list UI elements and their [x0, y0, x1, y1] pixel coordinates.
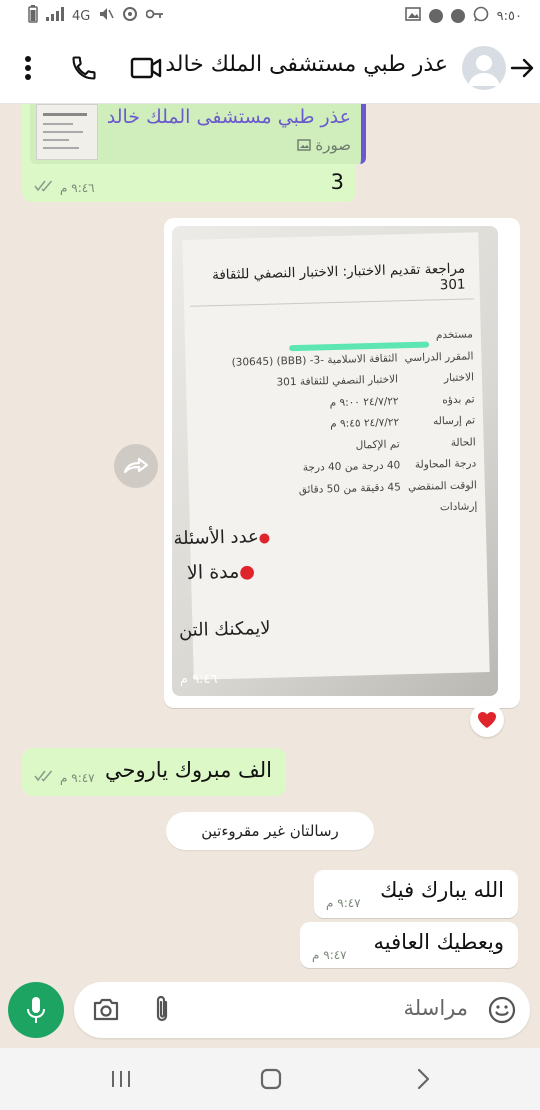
- heart-reaction-icon[interactable]: [470, 703, 504, 737]
- message-time: ٩:٤٧ م: [326, 896, 361, 910]
- message-meta: ٩:٤٧ م: [34, 770, 95, 785]
- input-placeholder: مراسلة: [403, 996, 468, 1020]
- back-nav-icon[interactable]: [408, 1064, 438, 1094]
- status-left: 4G: [28, 5, 164, 27]
- message-reply-2[interactable]: ويعطيك العافيه ٩:٤٧ م: [300, 922, 518, 968]
- doc-title: مراجعة تقديم الاختبار: الاختبار النصفي ل…: [211, 260, 466, 294]
- message-time: ٩:٤٦ م: [60, 180, 95, 195]
- quoted-message[interactable]: عذر طبي مستشفى الملك خالد صورة: [30, 104, 366, 164]
- doc-row-label: الاختبار: [443, 371, 475, 385]
- quoted-image-thumbnail: [36, 104, 98, 160]
- message-time: ٩:٤٦ م: [180, 672, 218, 687]
- whatsapp-notification-icon: [473, 6, 489, 26]
- avatar[interactable]: [462, 46, 506, 90]
- key-icon: [145, 8, 164, 24]
- mic-button[interactable]: [8, 982, 64, 1038]
- app-notification-icon: [450, 9, 465, 23]
- doc-line1-text: عدد الأسئلة=: [172, 526, 260, 550]
- more-options-icon[interactable]: [10, 50, 46, 86]
- message-reply-1[interactable]: الله يبارك فيك ٩:٤٧ م: [314, 870, 518, 918]
- doc-rows: مستخدم المقرر الدراسي الثقافة الاسلامية -3…: [203, 324, 478, 525]
- doc-row-value: [207, 498, 407, 525]
- composer: مراسلة: [0, 972, 540, 1048]
- message-congrats[interactable]: الف مبروك ياروحي ٩:٤٧ م: [22, 748, 286, 796]
- camera-icon[interactable]: [92, 996, 120, 1026]
- network-type: 4G: [72, 8, 91, 24]
- system-navigation-bar: [0, 1048, 540, 1110]
- video-call-icon[interactable]: [128, 50, 164, 86]
- mic-icon: [27, 997, 45, 1023]
- message-time: ٩:٤٧ م: [312, 948, 347, 962]
- doc-row-label: إرشادات: [439, 500, 478, 514]
- message-text: 3: [330, 170, 344, 194]
- clock: ٩:٥٠: [496, 8, 522, 24]
- chat-area[interactable]: عذر طبي مستشفى الملك خالد صورة 3 ٩:٤٦ م …: [0, 104, 540, 972]
- message-quoted-reply[interactable]: عذر طبي مستشفى الملك خالد صورة 3 ٩:٤٦ م: [22, 104, 366, 202]
- image-small-icon: [296, 137, 311, 155]
- unread-messages-banner: رسالتان غير مقروءتين: [166, 812, 374, 850]
- emoji-icon[interactable]: [488, 996, 516, 1028]
- chat-header: عذر طبي مستشفى الملك خالد: [0, 32, 540, 104]
- doc-line-duration: ●مدة الا: [186, 560, 256, 584]
- doc-row-label: تم إرساله: [432, 414, 476, 428]
- message-image[interactable]: مراجعة تقديم الاختبار: الاختبار النصفي ل…: [164, 218, 520, 708]
- doc-divider: [190, 298, 474, 307]
- shared-photo[interactable]: مراجعة تقديم الاختبار: الاختبار النصفي ل…: [172, 226, 498, 696]
- voice-call-icon[interactable]: [66, 50, 102, 86]
- forward-button[interactable]: [114, 444, 158, 488]
- status-right: ٩:٥٠: [404, 6, 522, 26]
- doc-row-label: المقرر الدراسي: [404, 349, 474, 364]
- quoted-sender: عذر طبي مستشفى الملك خالد: [106, 106, 351, 128]
- telegram-notification-icon: [428, 9, 443, 23]
- doc-row-label: الحالة: [450, 435, 476, 449]
- attach-icon[interactable]: [152, 994, 172, 1028]
- gallery-notification-icon: [404, 7, 421, 25]
- settings-status-icon: [122, 6, 138, 26]
- doc-row-label: الوقت المنقضي: [407, 478, 477, 493]
- message-text: الف مبروك ياروحي: [105, 758, 272, 782]
- home-icon[interactable]: [256, 1064, 286, 1094]
- message-time: ٩:٤٧ م: [60, 770, 95, 785]
- recent-apps-icon[interactable]: [106, 1064, 136, 1094]
- contact-name[interactable]: عذر طبي مستشفى الملك خالد: [165, 52, 448, 77]
- doc-line-cannot: لايمكنك التن: [178, 617, 271, 642]
- doc-line-questions: ●عدد الأسئلة=: [172, 526, 270, 550]
- signal-icon: [46, 7, 64, 25]
- quoted-type-label: صورة: [296, 136, 351, 155]
- read-receipt-icon: [34, 770, 54, 785]
- message-meta: ٩:٤٦ م: [34, 180, 95, 195]
- status-bar: 4G ٩:٥٠: [0, 0, 540, 32]
- back-arrow-icon[interactable]: [504, 50, 540, 86]
- forward-icon: [123, 457, 149, 474]
- doc-row-label: تم بدؤه: [442, 392, 475, 406]
- photo-document: مراجعة تقديم الاختبار: الاختبار النصفي ل…: [172, 232, 490, 680]
- message-text: الله يبارك فيك: [380, 878, 504, 902]
- message-text: ويعطيك العافيه: [373, 930, 504, 954]
- doc-line2-text: مدة الا: [186, 560, 240, 584]
- read-receipt-icon: [34, 180, 54, 195]
- mute-icon: [98, 7, 115, 25]
- doc-row-label: درجة المحاولة: [414, 457, 477, 471]
- quoted-type-text: صورة: [315, 136, 351, 154]
- message-input[interactable]: مراسلة: [74, 982, 530, 1038]
- battery-icon: [28, 5, 38, 27]
